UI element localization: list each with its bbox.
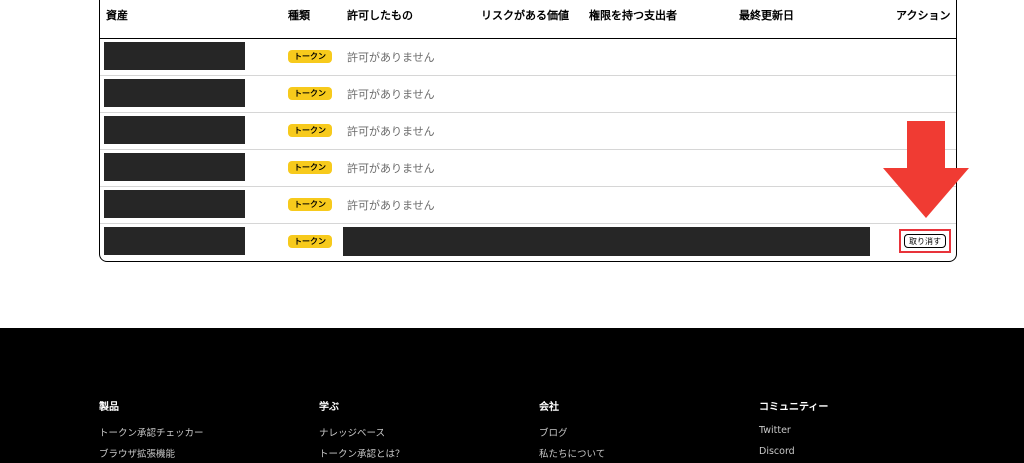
annotation-arrow-head [883, 168, 969, 218]
footer-link-twitter[interactable]: Twitter [759, 425, 791, 436]
footer-heading-company: 会社 [539, 402, 559, 413]
footer-heading-community: コミュニティー [759, 402, 829, 413]
revoke-button[interactable]: 取り消す [904, 234, 946, 248]
redacted-approval-details [343, 227, 870, 256]
redacted-asset [104, 79, 245, 107]
site-footer: 製品 トークン承認チェッカー ブラウザ拡張機能 学ぶ ナレッジベース トークン承… [0, 328, 1024, 463]
type-badge: トークン [288, 50, 332, 63]
table-header: 資産 種類 許可したもの リスクがある価値 権限を持つ支出者 最終更新日 アクシ… [100, 1, 956, 39]
table-row: トークン 許可がありません [100, 187, 956, 224]
allowed-text: 許可がありません [347, 125, 435, 138]
footer-link-knowledge-base[interactable]: ナレッジベース [319, 425, 385, 439]
table-row: トークン 取り消す [100, 224, 956, 260]
footer-heading-learn: 学ぶ [319, 402, 339, 413]
redacted-asset [104, 190, 245, 218]
type-badge: トークン [288, 235, 332, 248]
footer-link-what-are-approvals[interactable]: トークン承認とは？ [319, 446, 405, 460]
header-value-at-risk: リスクがある価値 [481, 9, 569, 22]
type-badge: トークン [288, 87, 332, 100]
table-row: トークン 許可がありません [100, 150, 956, 187]
redacted-asset [104, 42, 245, 70]
footer-link-about-us[interactable]: 私たちについて [539, 446, 605, 460]
footer-link-blog[interactable]: ブログ [539, 425, 568, 439]
revoke-highlight-box: 取り消す [899, 229, 951, 253]
type-badge: トークン [288, 198, 332, 211]
allowed-text: 許可がありません [347, 199, 435, 212]
allowed-text: 許可がありません [347, 88, 435, 101]
table-row: トークン 許可がありません [100, 113, 956, 150]
redacted-asset [104, 153, 245, 181]
type-badge: トークン [288, 124, 332, 137]
annotation-arrow-shaft [907, 121, 945, 170]
header-last-updated: 最終更新日 [739, 9, 794, 22]
header-spender: 権限を持つ支出者 [589, 9, 677, 22]
header-asset: 資産 [106, 9, 128, 22]
approvals-table: 資産 種類 許可したもの リスクがある価値 権限を持つ支出者 最終更新日 アクシ… [99, 0, 957, 262]
table-row: トークン 許可がありません [100, 39, 956, 76]
allowed-text: 許可がありません [347, 162, 435, 175]
footer-link-discord[interactable]: Discord [759, 446, 795, 457]
footer-link-browser-extension[interactable]: ブラウザ拡張機能 [99, 446, 175, 460]
footer-link-approval-checker[interactable]: トークン承認チェッカー [99, 425, 204, 439]
footer-heading-products: 製品 [99, 402, 119, 413]
header-allowed: 許可したもの [347, 9, 413, 22]
redacted-asset [104, 116, 245, 144]
allowed-text: 許可がありません [347, 51, 435, 64]
header-action: アクション [896, 9, 951, 22]
redacted-asset [104, 227, 245, 255]
table-row: トークン 許可がありません [100, 76, 956, 113]
header-type: 種類 [288, 9, 310, 22]
type-badge: トークン [288, 161, 332, 174]
